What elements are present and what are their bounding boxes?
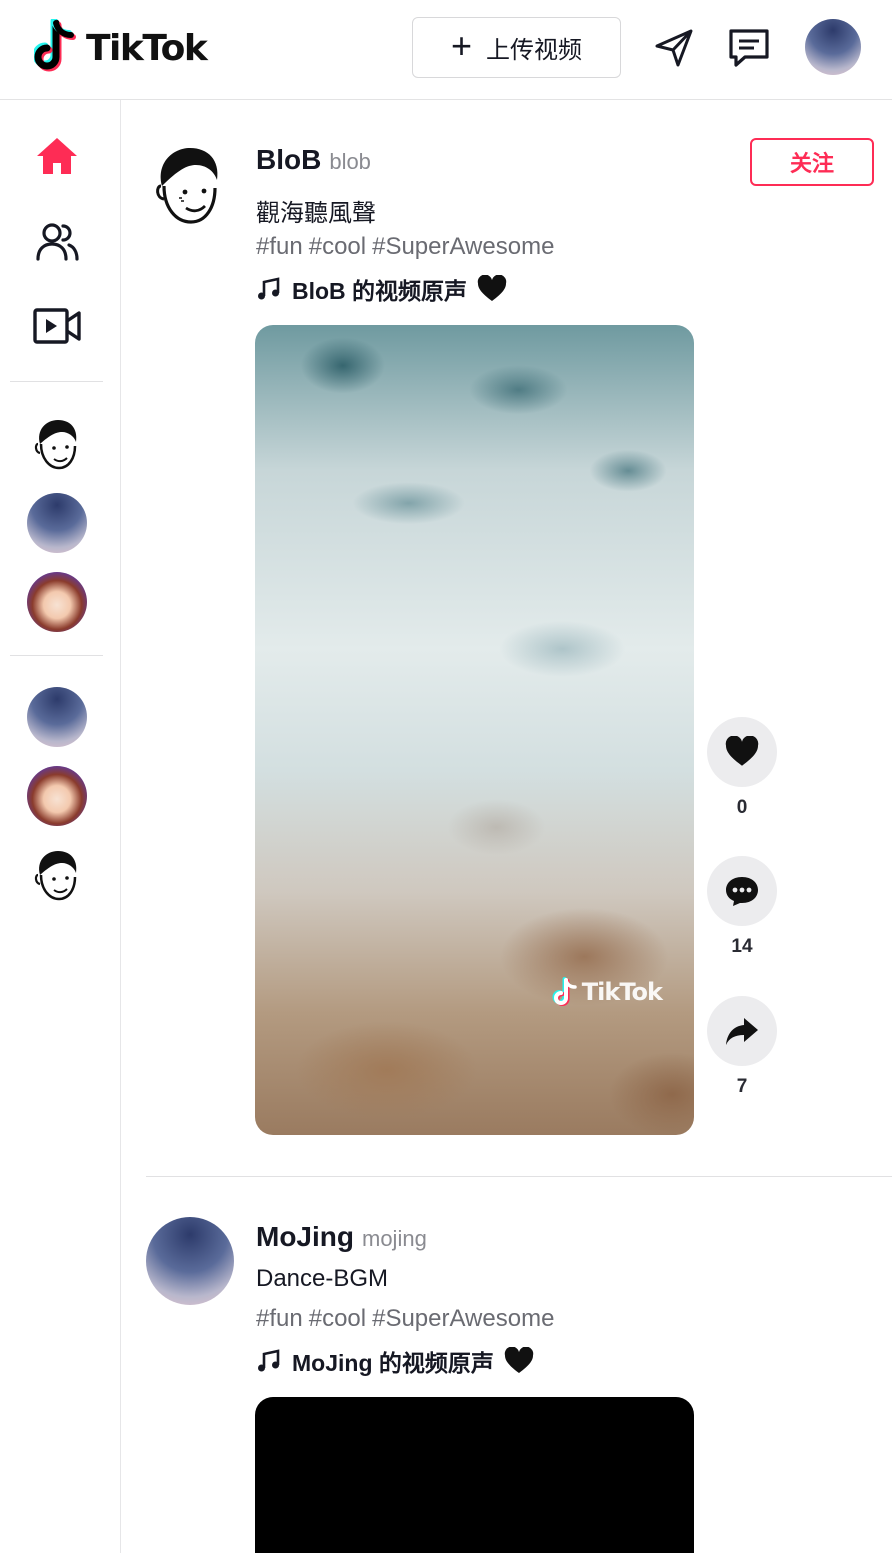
heart-icon xyxy=(504,1347,534,1373)
heart-icon xyxy=(477,275,507,301)
author-row: MoJing mojing xyxy=(256,1221,427,1253)
plus-icon: + xyxy=(450,24,473,66)
video-player[interactable] xyxy=(255,1397,694,1553)
video-post: BloB blob 觀海聽風聲 #fun #cool #SuperAwesome B… xyxy=(146,100,892,1176)
following-icon[interactable] xyxy=(32,217,82,267)
sidebar-followed-avatar[interactable] xyxy=(27,414,87,474)
tiktok-note-icon xyxy=(34,19,76,72)
video-watermark: TikTok xyxy=(552,977,663,1007)
sidebar xyxy=(0,100,121,1553)
comment-action: 14 xyxy=(707,856,777,958)
sidebar-divider xyxy=(10,655,103,656)
hashtag-link[interactable]: #fun xyxy=(256,1305,303,1332)
sidebar-suggested-avatar[interactable] xyxy=(27,766,87,826)
sidebar-followed-avatar[interactable] xyxy=(27,493,87,553)
post-tags: #fun #cool #SuperAwesome xyxy=(256,233,560,261)
send-icon[interactable] xyxy=(651,25,697,71)
post-caption: 觀海聽風聲 xyxy=(256,200,376,227)
profile-avatar[interactable] xyxy=(805,19,861,75)
comment-count: 14 xyxy=(731,936,753,957)
author-name[interactable]: MoJing xyxy=(256,1221,354,1253)
share-icon xyxy=(726,1018,758,1045)
comment-button[interactable] xyxy=(707,856,777,926)
tiktok-logo[interactable]: TikTok xyxy=(34,18,208,78)
post-caption: Dance-BGM xyxy=(256,1265,389,1292)
like-count: 0 xyxy=(736,797,748,818)
sidebar-followed-avatar[interactable] xyxy=(27,572,87,632)
author-handle: blob xyxy=(329,149,371,174)
comment-icon xyxy=(726,877,758,906)
video-post: MoJing mojing Dance-BGM #fun #cool #SuperA… xyxy=(146,1177,892,1553)
share-count: 7 xyxy=(736,1076,748,1097)
share-button[interactable] xyxy=(707,996,777,1066)
cartoon-face-icon xyxy=(34,851,77,901)
follow-button[interactable]: 关注 xyxy=(750,138,874,186)
share-action: 7 xyxy=(707,996,777,1098)
music-title: MoJing 的视频原声 xyxy=(292,1350,494,1376)
hashtag-link[interactable]: #SuperAwesome xyxy=(372,1305,554,1332)
post-tags: #fun #cool #SuperAwesome xyxy=(256,1305,560,1333)
music-note-icon xyxy=(258,1349,280,1372)
author-name[interactable]: BloB xyxy=(256,144,321,176)
like-button[interactable] xyxy=(707,717,777,787)
like-action: 0 xyxy=(707,717,777,819)
tiktok-note-icon xyxy=(552,977,577,1006)
author-handle: mojing xyxy=(362,1226,427,1251)
author-avatar[interactable] xyxy=(146,1217,234,1305)
cartoon-face-icon xyxy=(156,148,218,224)
top-header: TikTok + 上传视频 xyxy=(0,0,892,100)
logo-text: TikTok xyxy=(86,27,208,69)
music-link[interactable]: MoJing 的视频原声 xyxy=(256,1344,534,1378)
music-note-icon xyxy=(258,277,280,300)
author-row: BloB blob xyxy=(256,144,371,176)
hashtag-link[interactable]: #cool xyxy=(309,1305,366,1332)
live-video-icon[interactable] xyxy=(32,301,82,351)
video-player[interactable]: TikTok xyxy=(255,325,694,1135)
home-icon[interactable] xyxy=(32,132,82,182)
sidebar-divider xyxy=(10,381,103,382)
hashtag-link[interactable]: #SuperAwesome xyxy=(372,233,554,260)
watermark-text: TikTok xyxy=(581,978,663,1006)
music-title: BloB 的视频原声 xyxy=(292,278,468,304)
music-link[interactable]: BloB 的视频原声 xyxy=(256,272,507,306)
heart-icon xyxy=(725,736,759,766)
message-icon[interactable] xyxy=(726,25,772,71)
upload-video-button[interactable]: + 上传视频 xyxy=(412,17,621,78)
author-avatar[interactable] xyxy=(146,142,234,230)
sidebar-suggested-avatar[interactable] xyxy=(27,687,87,747)
hashtag-link[interactable]: #cool xyxy=(309,233,366,260)
sidebar-suggested-avatar[interactable] xyxy=(27,845,87,905)
hashtag-link[interactable]: #fun xyxy=(256,233,303,260)
cartoon-face-icon xyxy=(34,420,77,470)
upload-label: 上传视频 xyxy=(486,37,583,64)
